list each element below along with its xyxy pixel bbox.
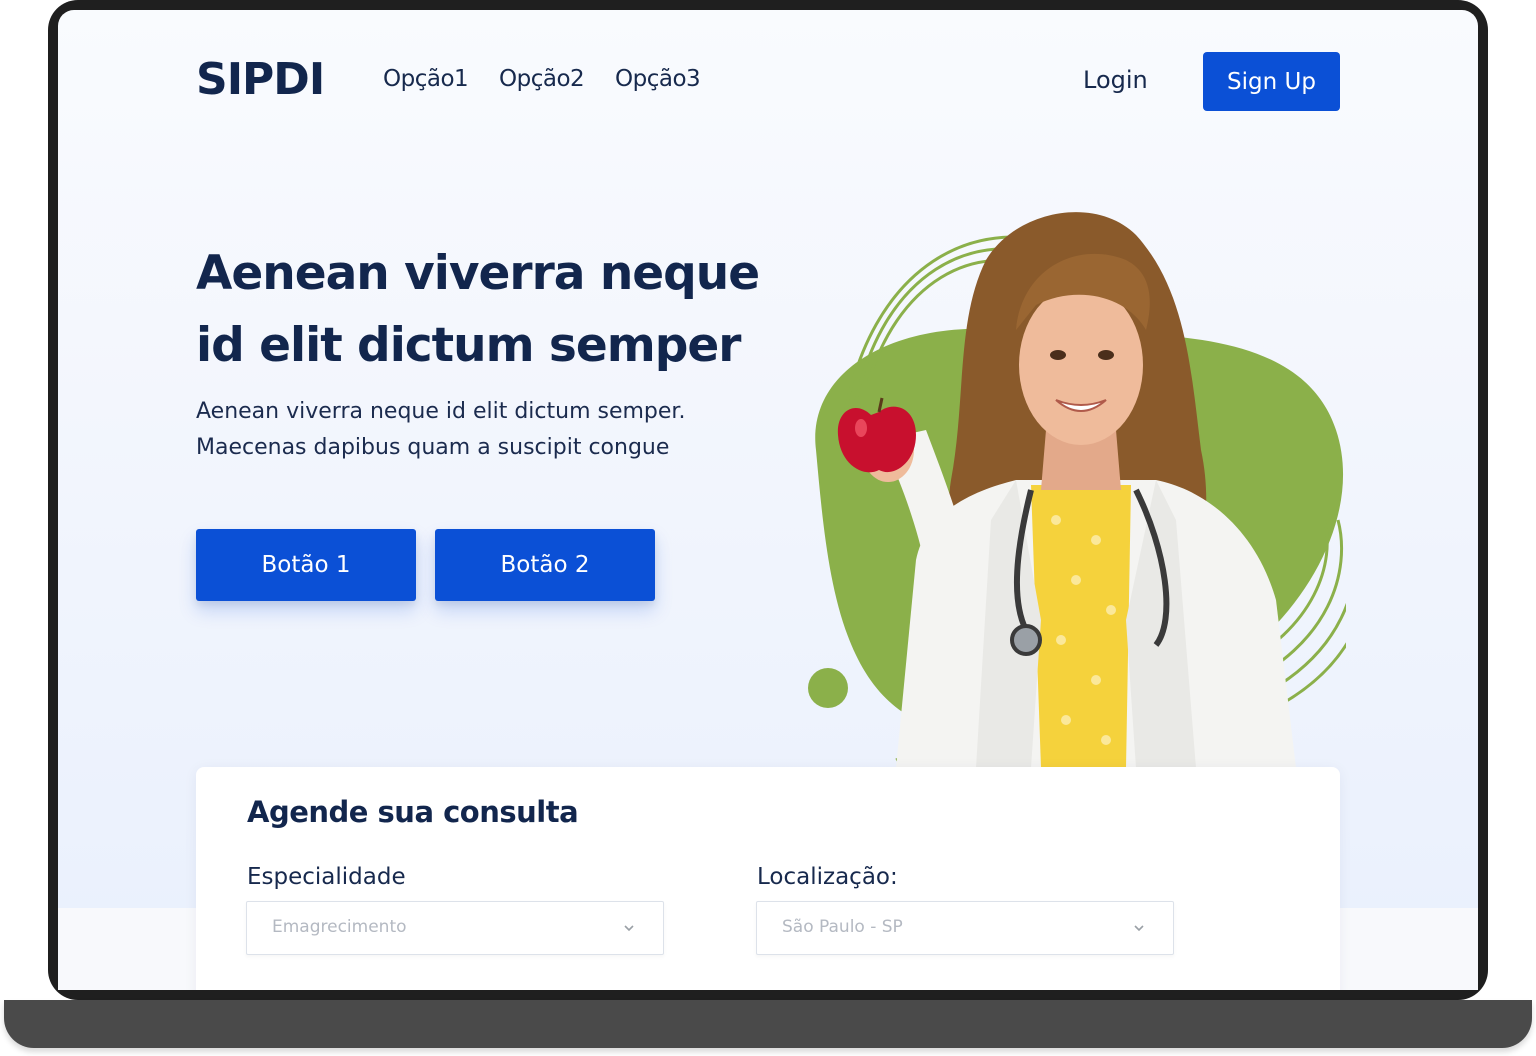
hero-subtitle-line2: Maecenas dapibus quam a suscipit congue [196,435,670,460]
login-link[interactable]: Login [1083,66,1148,94]
nav-item-opcao3[interactable]: Opção3 [615,66,701,92]
signup-button[interactable]: Sign Up [1203,52,1340,111]
chevron-down-icon [1134,925,1144,932]
doctor-illustration [808,212,1346,768]
browser-screen: SIPDI Opção1 Opção2 Opção3 Login Sign Up… [58,10,1478,990]
hero-button-1[interactable]: Botão 1 [196,529,416,601]
chevron-down-icon [624,925,634,932]
hero-subtitle-line1: Aenean viverra neque id elit dictum semp… [196,399,686,424]
laptop-base [4,1000,1532,1048]
location-select[interactable]: São Paulo - SP [756,901,1174,955]
specialty-label: Especialidade [247,864,406,890]
specialty-select[interactable]: Emagrecimento [246,901,664,955]
small-green-dot [808,668,848,708]
booking-card: Agende sua consulta Especialidade Emagre… [196,767,1340,990]
nav-item-opcao1[interactable]: Opção1 [383,66,469,92]
hero-button-2[interactable]: Botão 2 [435,529,655,601]
specialty-select-value: Emagrecimento [272,917,407,937]
booking-title: Agende sua consulta [247,795,579,829]
site-logo[interactable]: SIPDI [196,54,325,105]
hero-title: Aenean viverra neque id elit dictum semp… [196,246,760,373]
nav-item-opcao2[interactable]: Opção2 [499,66,585,92]
location-label: Localização: [757,864,898,890]
hero-subtitle: Aenean viverra neque id elit dictum semp… [196,394,776,466]
location-select-value: São Paulo - SP [782,917,903,937]
